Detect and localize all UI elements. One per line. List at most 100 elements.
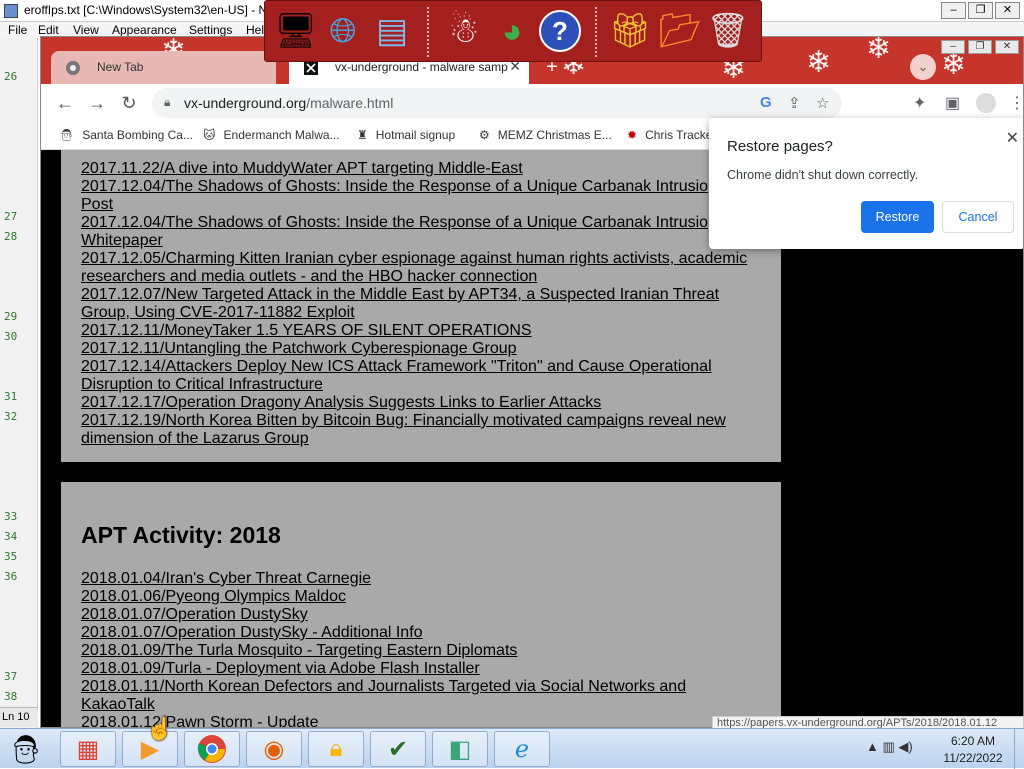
hand-cursor-icon: ☝ [146,716,174,741]
report-link[interactable]: Group, Using CVE-2017-11882 Exploit [81,304,761,322]
system-tray: ▲ ▥ ◀) [866,739,913,755]
lock-icon[interactable]: 🔒︎ [164,95,170,110]
clock-date[interactable]: 11/22/2022 [938,751,1008,765]
report-link[interactable]: 2018.01.11/North Korean Defectors and Jo… [81,678,761,696]
snowflake-icon: ❄ [866,37,892,65]
report-link[interactable]: 2017.12.04/The Shadows of Ghosts: Inside… [81,178,761,196]
line-number: 35 [4,550,18,563]
report-link[interactable]: researchers and media outlets - and the … [81,268,761,286]
close-button[interactable]: ✕ [995,40,1019,54]
show-desktop-button[interactable] [1014,729,1024,769]
bookmark-memz[interactable]: ⚙ MEMZ Christmas E... [479,128,612,142]
start-button-santa-icon[interactable]: 🎅︎ [4,730,48,768]
minimize-button[interactable]: – [941,2,966,19]
report-link[interactable]: Whitepaper [81,232,761,250]
report-link[interactable]: 2017.12.07/New Targeted Attack in the Mi… [81,286,761,304]
notebook-icon[interactable]: ◧ [432,731,488,767]
report-link[interactable]: 2017.12.14/Attackers Deploy New ICS Atta… [81,358,761,376]
christmas-icon-dock: 🖥 🌐︎ ▤ ☃ ◕ ? 🎁︎ 📂︎ 🗑 [264,0,762,62]
side-panel-icon[interactable]: ▣ [945,93,960,113]
snowman-icon[interactable]: ☃ [441,7,487,55]
report-link[interactable]: Post [81,196,761,214]
back-button[interactable]: ← [53,92,77,114]
reload-button[interactable]: ↻ [117,92,141,114]
chrome-window-controls: – ❐ ✕ [941,40,1019,54]
bookmark-chris-tracker[interactable]: ✹ Chris Tracke [627,128,712,142]
bookmark-endermanch[interactable]: 🐱︎ Endermanch Malwa... [203,128,340,142]
report-link[interactable]: 2017.12.11/Untangling the Patchwork Cybe… [81,340,761,358]
forward-button[interactable]: → [85,92,109,114]
report-link[interactable]: 2017.12.04/The Shadows of Ghosts: Inside… [81,214,761,232]
report-link[interactable]: 2018.01.07/Operation DustySky [81,606,761,624]
extensions-icon[interactable]: ✦ [913,93,926,113]
folder-icon[interactable]: 📂︎ [657,7,703,55]
globe-icon[interactable]: 🌐︎ [320,7,366,55]
report-link[interactable]: dimension of the Lazarus Group [81,430,761,448]
menu-view[interactable]: View [73,23,99,37]
menu-kebab-icon[interactable]: ⋮ [1009,93,1023,113]
report-link[interactable]: 2017.11.22/A dive into MuddyWater APT ta… [81,160,761,178]
report-link[interactable]: 2017.12.11/MoneyTaker 1.5 YEARS OF SILEN… [81,322,761,340]
google-icon[interactable]: G [760,94,772,111]
line-number: 31 [4,390,18,403]
gift-icon[interactable]: 🎁︎ [607,7,653,55]
editor-title: eroffIps.txt [C:\Windows\System32\en-US]… [24,3,268,17]
report-link[interactable]: 2018.01.09/Turla - Deployment via Adobe … [81,660,761,678]
vx-favicon-icon [304,61,318,75]
internet-explorer-icon[interactable]: ℯ [494,731,550,767]
report-link[interactable]: 2018.01.12/Pawn Storm - Update [81,714,761,727]
restore-button[interactable]: Restore [861,201,934,233]
control-panel-icon[interactable]: ▤ [369,7,415,55]
report-link[interactable]: 2018.01.07/Operation DustySky - Addition… [81,624,761,642]
profile-avatar[interactable] [976,93,996,113]
help-icon[interactable]: ? [537,7,583,55]
notepad-icon [4,4,18,18]
report-link[interactable]: 2018.01.09/The Turla Mosquito - Targetin… [81,642,761,660]
lock-app-icon[interactable]: 🔒︎ [308,731,364,767]
person-icon: ♜ [357,128,368,142]
tab-new-tab[interactable]: New Tab [51,51,276,84]
monitor-santa-icon[interactable]: 🖥 [273,7,319,55]
report-link[interactable]: 2017.12.19/North Korea Bitten by Bitcoin… [81,412,761,430]
share-icon[interactable]: ⇪ [788,94,801,112]
menu-file[interactable]: File [8,23,27,37]
restore-pages-dialog: Restore pages? ✕ Chrome didn't shut down… [709,118,1023,249]
line-number: 33 [4,510,18,523]
cancel-button[interactable]: Cancel [942,201,1014,233]
report-link[interactable]: 2018.01.04/Iran's Cyber Threat Carnegie [81,570,761,588]
maximize-button[interactable]: ❐ [968,40,992,54]
report-link[interactable]: 2018.01.06/Pyeong Olympics Maldoc [81,588,761,606]
volume-icon[interactable]: ◀) [898,739,912,754]
report-link[interactable]: KakaoTalk [81,696,761,714]
bookmark-hotmail[interactable]: ♜ Hotmail signup [357,128,455,142]
bookmark-santa-bombing[interactable]: 🎅︎ Santa Bombing Ca... [59,128,193,142]
line-number: 29 [4,310,18,323]
close-icon[interactable]: ✕ [1006,128,1019,148]
maximize-button[interactable]: ❐ [968,2,993,19]
bookmark-star-icon[interactable]: ☆ [816,94,829,112]
snowflake-icon: ❄ [806,46,832,79]
clock-time[interactable]: 6:20 AM [942,734,1004,748]
report-link[interactable]: 2017.12.17/Operation Dragony Analysis Su… [81,394,761,412]
recycle-bin-icon[interactable]: 🗑 [705,7,751,55]
editor-status-line: Ln 10 [0,707,38,727]
file-explorer-icon[interactable]: ▦ [60,731,116,767]
address-bar[interactable]: 🔒︎ vx-underground.org/malware.html G ⇪ ☆ [152,88,842,118]
show-hidden-icons-icon[interactable]: ▲ [866,739,879,754]
windows-update-icon[interactable]: ◕ [489,7,535,55]
tab-search-button[interactable]: ⌄ [910,54,936,80]
chrome-icon[interactable] [184,731,240,767]
report-link[interactable]: Disruption to Critical Infrastructure [81,376,761,394]
menu-appearance[interactable]: Appearance [112,23,177,37]
task-check-icon[interactable]: ✔ [370,731,426,767]
line-number: 30 [4,330,18,343]
menu-edit[interactable]: Edit [38,23,59,37]
menu-settings[interactable]: Settings [189,23,232,37]
minimize-button[interactable]: – [941,40,965,54]
close-button[interactable]: ✕ [995,2,1020,19]
menu-help[interactable]: Hel [246,23,264,37]
report-link[interactable]: 2017.12.05/Charming Kitten Iranian cyber… [81,250,761,268]
chrome-icon [66,61,80,75]
network-icon[interactable]: ▥ [883,739,895,754]
firefox-icon[interactable]: ◉ [246,731,302,767]
